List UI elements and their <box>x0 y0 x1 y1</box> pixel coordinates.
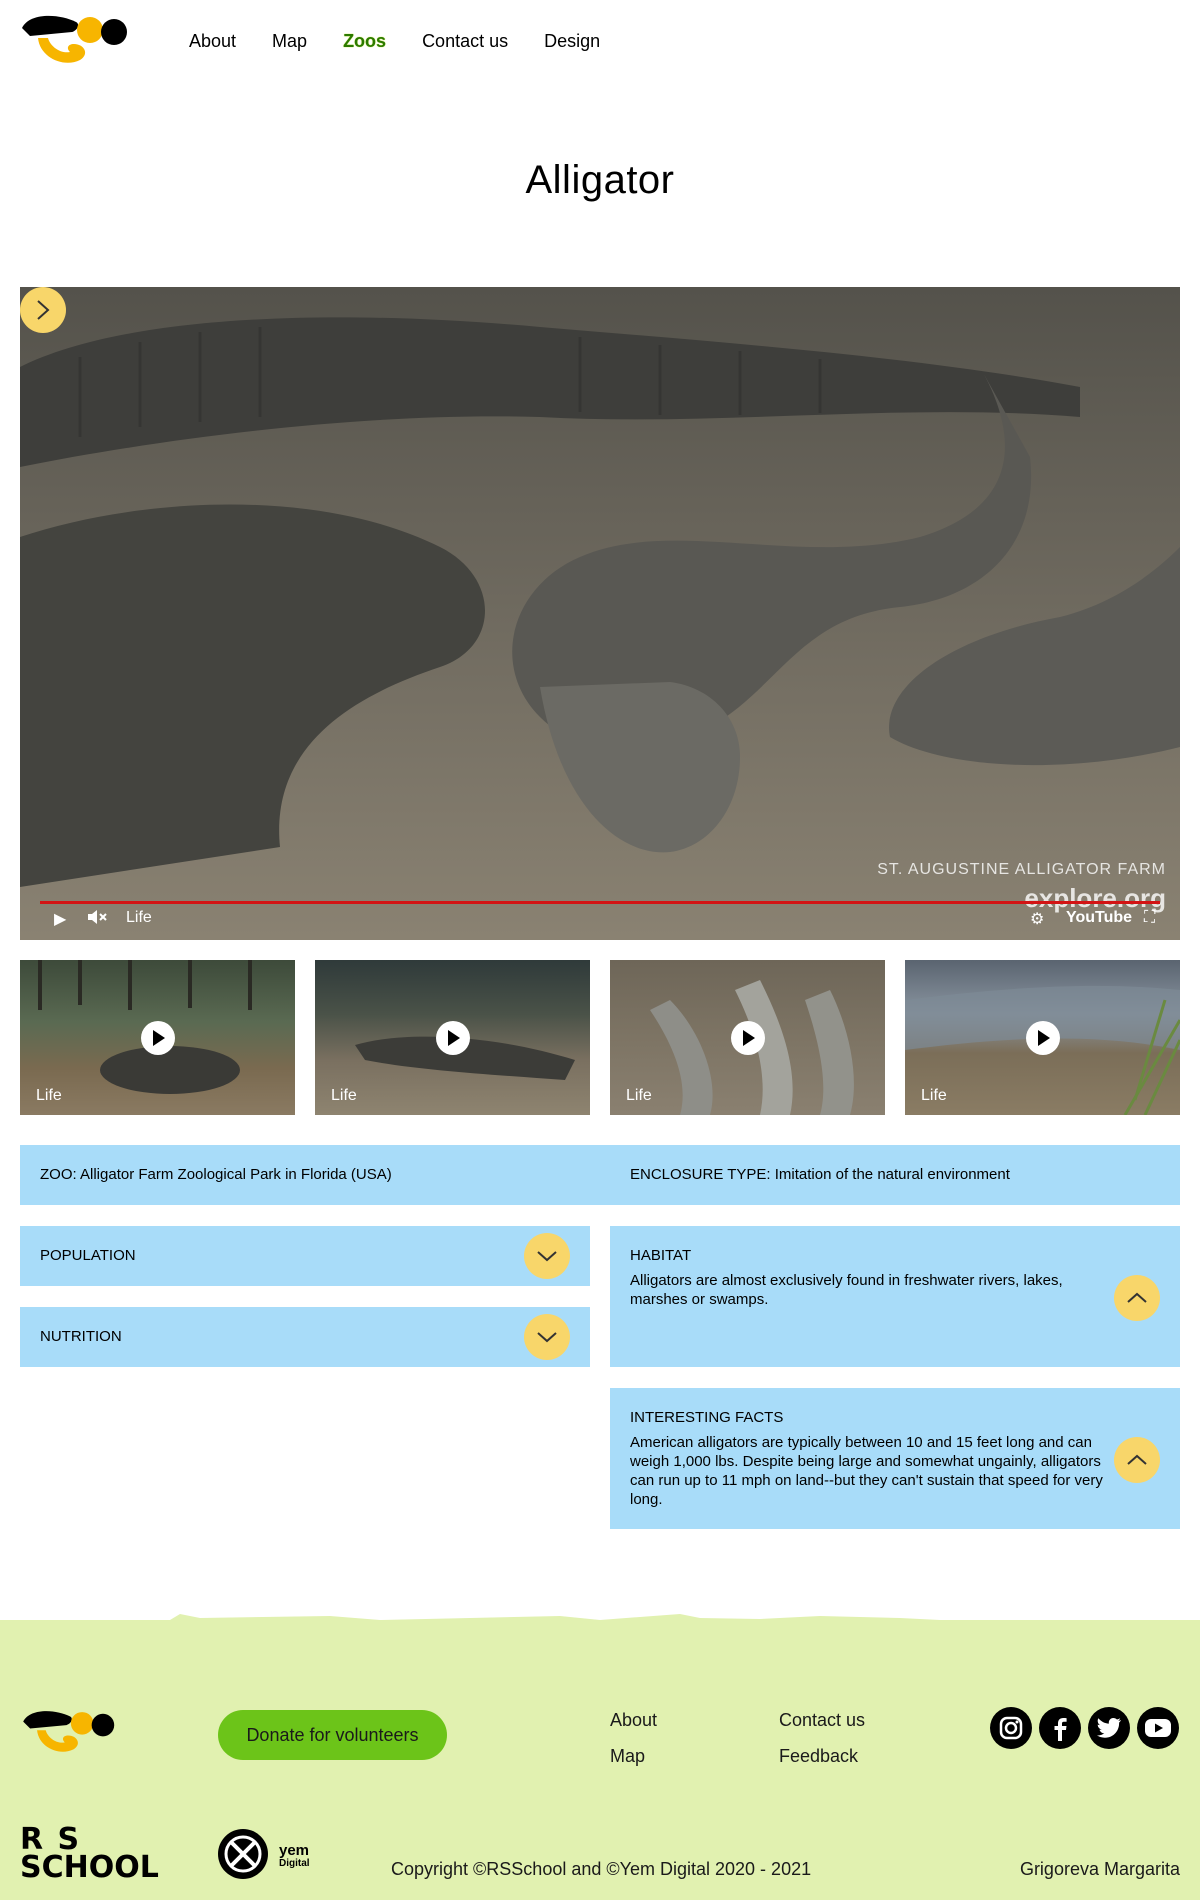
facebook-icon[interactable] <box>1039 1707 1081 1749</box>
thumbnail-live-label: Life <box>331 1087 357 1104</box>
donate-button[interactable]: Donate for volunteers <box>218 1710 447 1760</box>
play-icon[interactable] <box>730 1020 765 1055</box>
collapse-habitat-button[interactable] <box>1114 1275 1160 1321</box>
nav-map[interactable]: Map <box>272 30 307 52</box>
instagram-icon[interactable] <box>990 1707 1032 1749</box>
video-thumbnail-4[interactable]: Life <box>905 960 1180 1115</box>
zoo-name: ZOO: Alligator Farm Zoological Park in F… <box>40 1166 392 1183</box>
video-thumbnail-2[interactable]: Life <box>315 960 590 1115</box>
nutrition-label: NUTRITION <box>40 1328 122 1345</box>
video-thumbnail-1[interactable]: Life <box>20 960 295 1115</box>
population-label: POPULATION <box>40 1247 136 1264</box>
copyright-text: Copyright ©RSSchool and ©Yem Digital 202… <box>391 1859 812 1879</box>
settings-icon[interactable]: ⚙ <box>1030 909 1044 929</box>
video-watermark-text: ST. AUGUSTINE ALLIGATOR FARM <box>877 861 1166 878</box>
zoo-info-bar: ZOO: Alligator Farm Zoological Park in F… <box>20 1145 1180 1205</box>
collapse-facts-button[interactable] <box>1114 1437 1160 1483</box>
thumbnail-live-label: Life <box>626 1087 652 1104</box>
video-frame-image <box>20 287 1180 940</box>
enclosure-type: ENCLOSURE TYPE: Imitation of the natural… <box>630 1166 1010 1183</box>
chevron-down-icon <box>537 1332 557 1343</box>
video-thumbnails: Life Life Life Life <box>20 960 1180 1115</box>
next-video-button[interactable] <box>20 287 66 333</box>
expand-nutrition-button[interactable] <box>524 1314 570 1360</box>
play-icon[interactable] <box>435 1020 470 1055</box>
play-icon[interactable]: ▶ <box>54 909 66 929</box>
thumbnail-live-label: Life <box>36 1087 62 1104</box>
main-video-player[interactable]: ST. AUGUSTINE ALLIGATOR FARM explore.org… <box>20 287 1180 940</box>
play-icon[interactable] <box>1025 1020 1060 1055</box>
footer-link-about[interactable]: About <box>610 1710 657 1731</box>
rsschool-logo[interactable]: R S SCHOOL <box>20 1825 160 1884</box>
youtube-icon[interactable] <box>1137 1707 1179 1749</box>
habitat-text: Alligators are almost exclusively found … <box>630 1272 1063 1308</box>
population-accordion[interactable]: POPULATION <box>20 1226 590 1286</box>
youtube-link[interactable]: YouTube <box>1066 909 1132 927</box>
live-indicator: Life <box>126 909 152 926</box>
footer-logo[interactable] <box>20 1706 120 1758</box>
chevron-up-icon <box>1127 1454 1147 1465</box>
twitter-icon[interactable] <box>1088 1707 1130 1749</box>
page-title: Alligator <box>525 158 675 202</box>
yem-digital-logo[interactable]: yem Digital <box>217 1828 327 1880</box>
chevron-up-icon <box>1127 1292 1147 1303</box>
expand-population-button[interactable] <box>524 1233 570 1279</box>
habitat-accordion[interactable]: HABITAT Alligators are almost exclusivel… <box>610 1226 1180 1367</box>
facts-accordion[interactable]: INTERESTING FACTS American alligators ar… <box>610 1388 1180 1529</box>
mute-icon[interactable] <box>86 909 108 930</box>
thumbnail-live-label: Life <box>921 1087 947 1104</box>
main-nav: About Map Zoos Contact us Design <box>189 30 636 52</box>
nav-zoos[interactable]: Zoos <box>343 30 386 52</box>
fullscreen-icon[interactable]: ⛶ <box>1144 909 1155 927</box>
footer-link-map[interactable]: Map <box>610 1746 645 1767</box>
play-icon[interactable] <box>140 1020 175 1055</box>
footer-link-feedback[interactable]: Feedback <box>779 1746 858 1767</box>
site-logo[interactable] <box>20 10 132 70</box>
facts-label: INTERESTING FACTS <box>630 1409 784 1426</box>
video-thumbnail-3[interactable]: Life <box>610 960 885 1115</box>
footer-link-contact[interactable]: Contact us <box>779 1710 865 1731</box>
nav-about[interactable]: About <box>189 30 236 52</box>
facts-text: American alligators are typically betwee… <box>630 1434 1103 1508</box>
habitat-label: HABITAT <box>630 1247 692 1264</box>
video-progress-bar[interactable] <box>40 901 1160 904</box>
chevron-right-icon <box>37 300 50 320</box>
nav-contact[interactable]: Contact us <box>422 30 508 52</box>
site-footer <box>0 1620 1200 1900</box>
author-name: Grigoreva Margarita <box>1019 1859 1180 1879</box>
chevron-down-icon <box>537 1251 557 1262</box>
nav-design[interactable]: Design <box>544 30 600 52</box>
site-header: About Map Zoos Contact us Design <box>0 0 1200 82</box>
nutrition-accordion[interactable]: NUTRITION <box>20 1307 590 1367</box>
